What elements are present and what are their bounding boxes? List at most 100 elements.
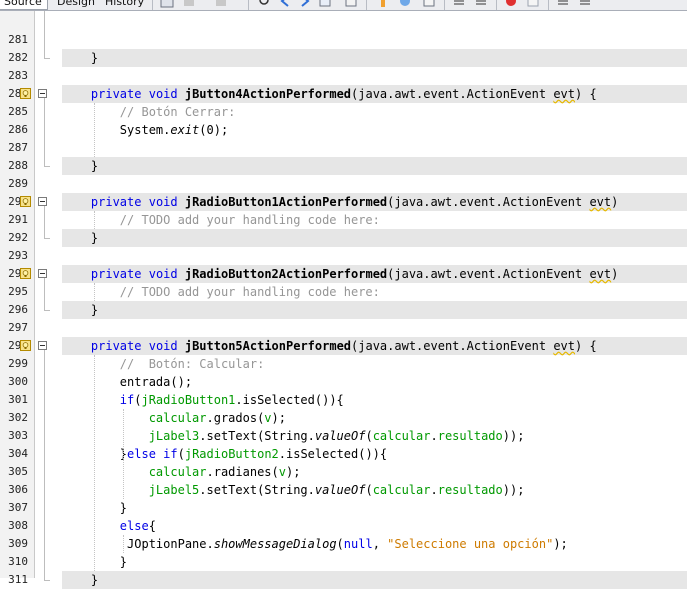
code-line-text[interactable]: // Botón: Calcular:: [62, 355, 687, 373]
code-line-text[interactable]: entrada();: [62, 373, 687, 391]
hint-bulb-icon[interactable]: [20, 196, 31, 207]
next-bookmark-icon[interactable]: [422, 0, 436, 8]
forward-icon[interactable]: [214, 0, 228, 8]
code-line-text[interactable]: [62, 319, 687, 337]
code-line-text[interactable]: }else if(jRadioButton2.isSelected()){: [62, 445, 687, 463]
code-line-text[interactable]: [62, 175, 687, 193]
stop-macro-icon[interactable]: [526, 0, 540, 8]
guarded-code-line-text[interactable]: }: [62, 229, 687, 247]
code-line[interactable]: 305 calcular.radianes(v);: [0, 463, 687, 481]
code-line[interactable]: 307 }: [0, 499, 687, 517]
hint-bulb-icon[interactable]: [20, 268, 31, 279]
guarded-code-line-text[interactable]: private void jRadioButton1ActionPerforme…: [62, 193, 687, 211]
code-line[interactable]: 289: [0, 175, 687, 193]
guarded-code-line-text[interactable]: private void jButton5ActionPerformed(jav…: [62, 337, 687, 355]
search-icon[interactable]: [258, 0, 272, 8]
previous-bookmark-icon[interactable]: [398, 0, 412, 8]
shift-right-icon[interactable]: [474, 0, 488, 8]
code-line[interactable]: 285 // Botón Cerrar:: [0, 103, 687, 121]
code-line[interactable]: 297: [0, 319, 687, 337]
code-line-text[interactable]: // Botón Cerrar:: [62, 103, 687, 121]
uncomment-icon[interactable]: [578, 0, 592, 8]
code-line-text[interactable]: }: [62, 553, 687, 571]
guarded-code-line-text[interactable]: private void jButton4ActionPerformed(jav…: [62, 85, 687, 103]
toggle-rect-selection-icon[interactable]: [376, 0, 390, 8]
fold-toggle-icon[interactable]: [38, 197, 47, 206]
code-token: resultado: [437, 483, 503, 497]
code-line[interactable]: 283: [0, 67, 687, 85]
guarded-code-line-text[interactable]: }: [62, 301, 687, 319]
code-line[interactable]: 303 jLabel3.setText(String.valueOf(calcu…: [0, 427, 687, 445]
code-line[interactable]: 304 }else if(jRadioButton2.isSelected())…: [0, 445, 687, 463]
code-line[interactable]: 282 }: [0, 49, 687, 67]
code-line-text[interactable]: // TODO add your handling code here:: [62, 283, 687, 301]
line-number: 308: [8, 519, 28, 532]
code-token: (0);: [199, 123, 229, 137]
code-line-text[interactable]: calcular.radianes(v);: [62, 463, 687, 481]
code-line[interactable]: 311 }: [0, 571, 687, 589]
code-line[interactable]: 292 }: [0, 229, 687, 247]
code-line-text[interactable]: if(jRadioButton1.isSelected()){: [62, 391, 687, 409]
code-line-text[interactable]: jLabel5.setText(String.valueOf(calcular.…: [62, 481, 687, 499]
start-macro-icon[interactable]: [504, 0, 518, 8]
code-line[interactable]: 284 private void jButton4ActionPerformed…: [0, 85, 687, 103]
tab-source[interactable]: Source: [0, 0, 48, 10]
code-line[interactable]: 294 private void jRadioButton2ActionPerf…: [0, 265, 687, 283]
code-line-text[interactable]: [62, 31, 687, 49]
code-line[interactable]: 290 private void jRadioButton1ActionPerf…: [0, 193, 687, 211]
code-line-text[interactable]: jLabel3.setText(String.valueOf(calcular.…: [62, 427, 687, 445]
code-line[interactable]: 291 // TODO add your handling code here:: [0, 211, 687, 229]
code-line[interactable]: 302 calcular.grados(v);: [0, 409, 687, 427]
code-line[interactable]: 293: [0, 247, 687, 265]
find-previous-icon[interactable]: [278, 0, 292, 8]
code-line[interactable]: 310 }: [0, 553, 687, 571]
guarded-code-line-text[interactable]: }: [62, 157, 687, 175]
hint-bulb-icon[interactable]: [20, 88, 31, 99]
code-line[interactable]: 296 }: [0, 301, 687, 319]
fold-toggle-icon[interactable]: [38, 341, 47, 350]
code-line[interactable]: 295 // TODO add your handling code here:: [0, 283, 687, 301]
guarded-code-line-text[interactable]: private void jRadioButton2ActionPerforme…: [62, 265, 687, 283]
code-token: // TODO add your handling code here:: [62, 285, 380, 299]
code-line[interactable]: 306 jLabel5.setText(String.valueOf(calcu…: [0, 481, 687, 499]
code-line-text[interactable]: else{: [62, 517, 687, 535]
code-line-text[interactable]: JOptionPane.showMessageDialog(null, "Sel…: [62, 535, 687, 553]
code-line-text[interactable]: }: [62, 499, 687, 517]
code-token: private: [90, 339, 142, 353]
fold-guide: [44, 278, 45, 310]
code-token: calcular: [372, 429, 431, 443]
find-selection-icon[interactable]: [318, 0, 332, 8]
comment-icon[interactable]: [556, 0, 570, 8]
code-token: (java.awt.event.ActionEvent: [387, 267, 590, 281]
hint-bulb-icon[interactable]: [20, 340, 31, 351]
fold-toggle-icon[interactable]: [38, 269, 47, 278]
tab-history[interactable]: History: [100, 0, 149, 9]
shift-left-icon[interactable]: [452, 0, 466, 8]
code-line-text[interactable]: // TODO add your handling code here:: [62, 211, 687, 229]
guarded-code-line-text[interactable]: }: [62, 571, 687, 589]
code-line-text[interactable]: [62, 139, 687, 157]
last-edit-icon[interactable]: [160, 0, 174, 8]
code-line-text[interactable]: calcular.grados(v);: [62, 409, 687, 427]
code-line[interactable]: 287: [0, 139, 687, 157]
toggle-highlight-icon[interactable]: [344, 0, 358, 8]
code-line[interactable]: 300 entrada();: [0, 373, 687, 391]
code-line[interactable]: 308 else{: [0, 517, 687, 535]
code-line[interactable]: 298 private void jButton5ActionPerformed…: [0, 337, 687, 355]
code-line[interactable]: 301 if(jRadioButton1.isSelected()){: [0, 391, 687, 409]
tab-design[interactable]: Design: [52, 0, 100, 9]
code-line-text[interactable]: [62, 247, 687, 265]
code-line[interactable]: 299 // Botón: Calcular:: [0, 355, 687, 373]
code-line-text[interactable]: System.exit(0);: [62, 121, 687, 139]
code-line[interactable]: 288 }: [0, 157, 687, 175]
code-line-text[interactable]: [62, 67, 687, 85]
back-icon[interactable]: [182, 0, 196, 8]
code-line[interactable]: 281: [0, 31, 687, 49]
code-line[interactable]: 286 System.exit(0);: [0, 121, 687, 139]
guarded-code-line-text[interactable]: }: [62, 49, 687, 67]
find-next-icon[interactable]: [298, 0, 312, 8]
fold-toggle-icon[interactable]: [38, 89, 47, 98]
code-line[interactable]: 309 JOptionPane.showMessageDialog(null, …: [0, 535, 687, 553]
